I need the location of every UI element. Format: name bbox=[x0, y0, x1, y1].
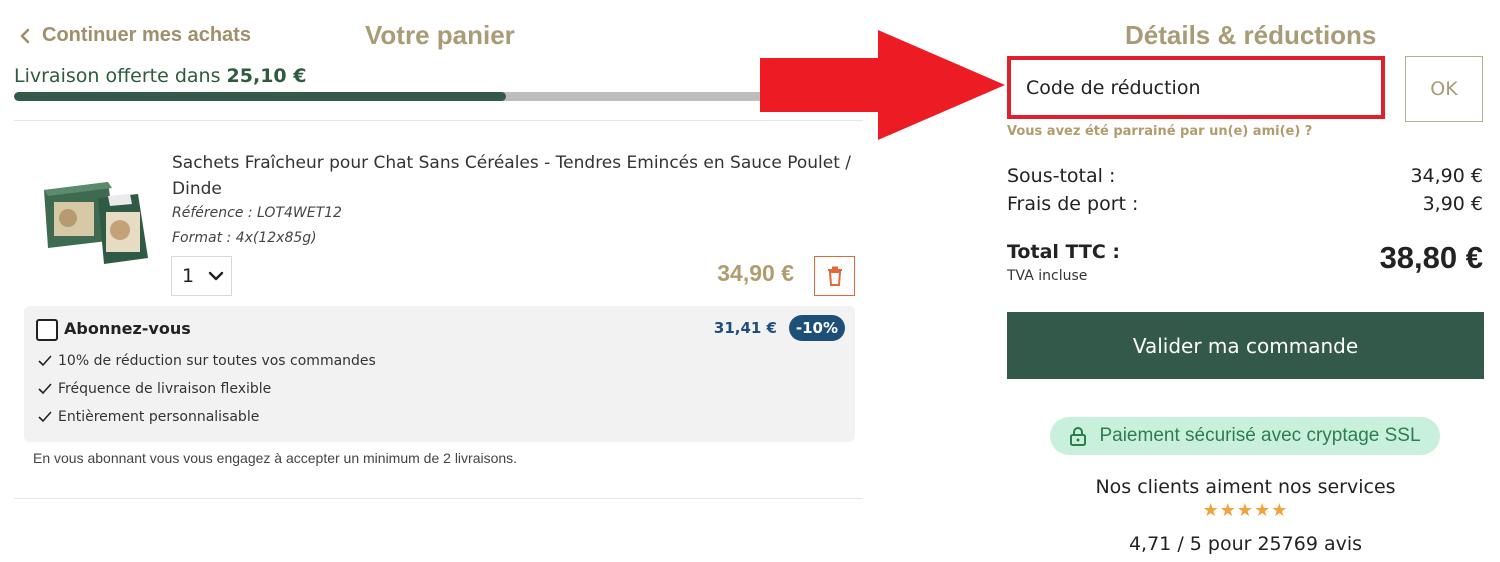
chevron-left-icon bbox=[20, 28, 30, 43]
subtotal-value: 34,90 € bbox=[1410, 165, 1483, 187]
subscribe-feature-label: 10% de réduction sur toutes vos commande… bbox=[58, 353, 376, 369]
subscribe-checkbox[interactable] bbox=[36, 319, 58, 341]
subscribe-feature-label: Entièrement personnalisable bbox=[58, 409, 260, 425]
reviews-heading: Nos clients aiment nos services bbox=[1095, 476, 1396, 498]
cart-title: Votre panier bbox=[365, 20, 515, 50]
continue-shopping-link[interactable]: Continuer mes achats bbox=[18, 24, 251, 47]
subscribe-feature-label: Fréquence de livraison flexible bbox=[58, 381, 272, 397]
divider bbox=[14, 120, 863, 121]
total-label: Total TTC : bbox=[1007, 241, 1121, 263]
check-icon bbox=[38, 411, 52, 423]
referral-link[interactable]: Vous avez été parrainé par un(e) ami(e) … bbox=[1007, 124, 1312, 139]
free-shipping-message: Livraison offerte dans 25,10 € bbox=[14, 65, 306, 87]
product-name[interactable]: Sachets Fraîcheur pour Chat Sans Céréale… bbox=[172, 150, 852, 202]
total-value: 38,80 € bbox=[1379, 240, 1483, 275]
free-shipping-prefix: Livraison offerte dans bbox=[14, 65, 221, 87]
validate-order-button[interactable]: Valider ma commande bbox=[1007, 312, 1484, 379]
red-arrow-icon bbox=[760, 30, 1005, 140]
check-icon bbox=[38, 383, 52, 395]
continue-shopping-label: Continuer mes achats bbox=[42, 24, 251, 46]
subscription-note: En vous abonnant vous vous engagez à acc… bbox=[33, 450, 518, 466]
free-shipping-remaining: 25,10 € bbox=[226, 65, 307, 87]
quantity-select[interactable]: 1 bbox=[171, 256, 232, 296]
subtotal-label: Sous-total : bbox=[1007, 165, 1116, 187]
product-reference: Référence : LOT4WET12 bbox=[172, 205, 342, 221]
discount-badge: -10% bbox=[788, 315, 845, 341]
vat-note: TVA incluse bbox=[1007, 268, 1088, 284]
product-image bbox=[44, 182, 148, 264]
shipping-cost-value: 3,90 € bbox=[1422, 193, 1483, 215]
trash-icon bbox=[827, 266, 842, 286]
product-price: 34,90 € bbox=[717, 260, 794, 286]
quantity-value: 1 bbox=[182, 265, 195, 287]
product-format: Format : 4x(12x85g) bbox=[172, 230, 317, 246]
subscribe-title: Abonnez-vous bbox=[64, 319, 191, 338]
ssl-badge: Paiement sécurisé avec cryptage SSL bbox=[1050, 417, 1440, 455]
ssl-label: Paiement sécurisé avec cryptage SSL bbox=[1099, 425, 1421, 446]
free-shipping-progress-fill bbox=[14, 92, 507, 101]
apply-code-button[interactable]: OK bbox=[1405, 56, 1483, 122]
subscribe-feature: Fréquence de livraison flexible bbox=[38, 381, 271, 397]
rating-summary[interactable]: 4,71 / 5 pour 25769 avis bbox=[1007, 533, 1484, 555]
free-shipping-progress-bar bbox=[14, 92, 863, 101]
lock-icon bbox=[1070, 427, 1087, 446]
shipping-cost-label: Frais de port : bbox=[1007, 193, 1139, 215]
discount-code-input[interactable] bbox=[1007, 56, 1385, 119]
details-title: Détails & réductions bbox=[1125, 20, 1377, 50]
subscribe-feature: 10% de réduction sur toutes vos commande… bbox=[38, 353, 376, 369]
remove-item-button[interactable] bbox=[814, 256, 855, 296]
star-rating-icon: ★★★★★ bbox=[1202, 500, 1289, 521]
subscription-box: Abonnez-vous 31,41 € -10% 10% de réducti… bbox=[24, 306, 855, 442]
subscribe-feature: Entièrement personnalisable bbox=[38, 409, 259, 425]
subscribe-price: 31,41 € bbox=[713, 319, 777, 337]
chevron-down-icon bbox=[208, 271, 224, 281]
check-icon bbox=[38, 355, 52, 367]
divider bbox=[14, 498, 863, 499]
